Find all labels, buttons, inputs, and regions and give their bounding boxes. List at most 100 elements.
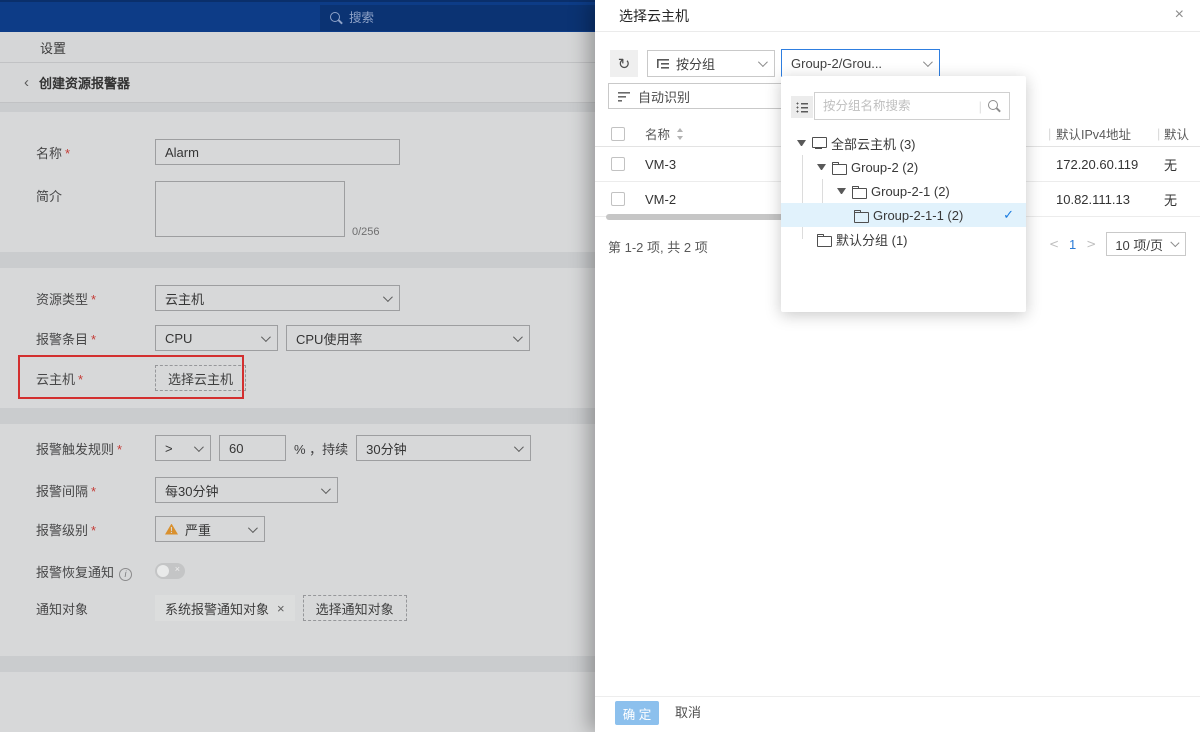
- sort-icon[interactable]: [676, 128, 684, 140]
- group-tree: 全部云主机 (3) Group-2 (2) Group-2-1 (2) Grou…: [781, 131, 1026, 251]
- folder-icon: [854, 210, 867, 221]
- notify-tag: 系统报警通知对象 ×: [155, 595, 295, 621]
- resource-type-label: 资源类型*: [36, 289, 155, 308]
- back-icon[interactable]: ‹: [24, 74, 29, 91]
- tree-view-button[interactable]: [791, 96, 813, 118]
- close-icon[interactable]: ×: [1175, 6, 1184, 24]
- description-textarea[interactable]: [155, 181, 345, 237]
- column-third: 默认: [1164, 121, 1189, 146]
- recovery-label: 报警恢复通知i: [36, 562, 155, 581]
- interval-select[interactable]: 每30分钟: [155, 477, 338, 503]
- select-notify-button[interactable]: 选择通知对象: [303, 595, 407, 621]
- vm-third: 无: [1164, 147, 1177, 181]
- notify-row: 通知对象 系统报警通知对象 × 选择通知对象: [36, 595, 585, 621]
- folder-icon: [817, 234, 830, 245]
- trigger-rule-label: 报警触发规则*: [36, 439, 155, 458]
- chevron-down-icon: [1170, 238, 1179, 247]
- description-row: 简介: [36, 181, 585, 207]
- select-vm-button[interactable]: 选择云主机: [155, 365, 246, 391]
- next-page-icon[interactable]: >: [1086, 237, 1096, 251]
- group-search-input[interactable]: [823, 99, 973, 113]
- global-search-input[interactable]: [349, 11, 549, 25]
- vm-row: 云主机* 选择云主机: [36, 365, 585, 391]
- tree-node-group-2-1-1[interactable]: Group-2-1-1 (2) ✓: [781, 203, 1026, 227]
- chevron-down-icon: [248, 523, 258, 533]
- chevron-down-icon: [513, 332, 523, 342]
- submetric-select[interactable]: CPU使用率: [286, 325, 530, 351]
- toggle-off-icon: ×: [175, 564, 180, 574]
- tag-close-icon[interactable]: ×: [277, 601, 285, 616]
- select-vm-drawer: 选择云主机 × ↻ 按分组 Group-2/Grou... 自动识别 名称 |: [595, 0, 1200, 732]
- chevron-down-icon: [321, 484, 331, 494]
- column-ipv4: 默认IPv4地址: [1056, 121, 1131, 146]
- threshold-input[interactable]: 60: [219, 435, 286, 461]
- check-icon: ✓: [1003, 207, 1014, 223]
- folder-icon: [832, 162, 845, 173]
- threshold-unit: % ，持续: [294, 439, 348, 458]
- group-tree-popup: | 全部云主机 (3) Group-2 (2): [781, 76, 1026, 312]
- row-checkbox[interactable]: [611, 157, 625, 171]
- refresh-button[interactable]: ↻: [610, 50, 638, 77]
- tree-node-default-group[interactable]: 默认分组 (1): [781, 227, 1026, 251]
- vm-name: VM-3: [645, 147, 676, 181]
- search-icon: [330, 12, 343, 25]
- group-search-box[interactable]: |: [814, 92, 1010, 120]
- panel-extra: [0, 672, 595, 732]
- interval-label: 报警间隔*: [36, 481, 155, 500]
- caret-down-icon[interactable]: [837, 188, 846, 194]
- list-icon: [796, 102, 808, 113]
- name-input[interactable]: Alarm: [155, 139, 400, 165]
- operator-select[interactable]: >: [155, 435, 211, 461]
- trigger-rule-row: 报警触发规则* > 60 % ，持续 30分钟: [36, 435, 585, 461]
- divider: [595, 696, 1200, 697]
- vm-name: VM-2: [645, 182, 676, 216]
- recovery-toggle[interactable]: ×: [155, 563, 185, 579]
- required-mark: *: [65, 146, 70, 161]
- duration-select[interactable]: 30分钟: [356, 435, 531, 461]
- column-name[interactable]: 名称: [645, 124, 670, 143]
- group-by-select[interactable]: 按分组: [647, 50, 775, 77]
- pagination-summary: 第 1-2 项, 共 2 项: [608, 237, 708, 256]
- resource-type-row: 资源类型* 云主机: [36, 285, 585, 311]
- tree-node-group-2[interactable]: Group-2 (2): [781, 155, 1026, 179]
- vm-ipv4: 172.20.60.119: [1056, 147, 1138, 181]
- name-label: 名称*: [36, 143, 155, 162]
- caret-down-icon[interactable]: [817, 164, 826, 170]
- confirm-button[interactable]: 确 定: [615, 701, 659, 725]
- level-select[interactable]: 严重: [155, 516, 265, 542]
- notify-label: 通知对象: [36, 599, 155, 618]
- resource-type-select[interactable]: 云主机: [155, 285, 400, 311]
- cancel-button[interactable]: 取消: [675, 701, 701, 725]
- tree-node-all-vms[interactable]: 全部云主机 (3): [781, 131, 1026, 155]
- refresh-icon: ↻: [618, 55, 631, 73]
- alarm-item-row: 报警条目* CPU CPU使用率: [36, 325, 585, 351]
- char-counter: 0/256: [352, 226, 380, 238]
- group-value-select[interactable]: Group-2/Grou...: [781, 49, 940, 77]
- vm-ipv4: 10.82.111.13: [1056, 182, 1130, 216]
- settings-header: 设置: [0, 32, 595, 63]
- chevron-down-icon: [194, 442, 204, 452]
- metric-select[interactable]: CPU: [155, 325, 278, 351]
- background-page: 设置 ‹ 创建资源报警器 名称* Alarm 简介 0/256 资源类型* 云主…: [0, 0, 595, 732]
- chevron-down-icon: [514, 442, 524, 452]
- row-checkbox[interactable]: [611, 192, 625, 206]
- name-row: 名称* Alarm: [36, 139, 585, 165]
- filter-icon: [618, 91, 630, 102]
- warning-icon: [165, 524, 178, 535]
- page-size-select[interactable]: 10 项/页: [1106, 232, 1186, 256]
- select-all-checkbox[interactable]: [611, 127, 625, 141]
- chevron-down-icon: [261, 332, 271, 342]
- search-icon[interactable]: [988, 100, 1001, 113]
- prev-page-icon[interactable]: <: [1049, 237, 1059, 251]
- description-label: 简介: [36, 186, 155, 205]
- folder-icon: [852, 186, 865, 197]
- caret-down-icon[interactable]: [797, 140, 806, 146]
- panel-resource: 资源类型* 云主机 报警条目* CPU CPU使用率 云主机* 选择云主机: [0, 268, 595, 408]
- current-page[interactable]: 1: [1069, 237, 1076, 252]
- panel-basic: 名称* Alarm 简介 0/256: [0, 112, 595, 252]
- screen: 设置 ‹ 创建资源报警器 名称* Alarm 简介 0/256 资源类型* 云主…: [0, 0, 1200, 732]
- tree-node-group-2-1[interactable]: Group-2-1 (2): [781, 179, 1026, 203]
- global-search[interactable]: [320, 5, 595, 31]
- level-row: 报警级别* 严重: [36, 516, 585, 542]
- alarm-item-label: 报警条目*: [36, 329, 155, 348]
